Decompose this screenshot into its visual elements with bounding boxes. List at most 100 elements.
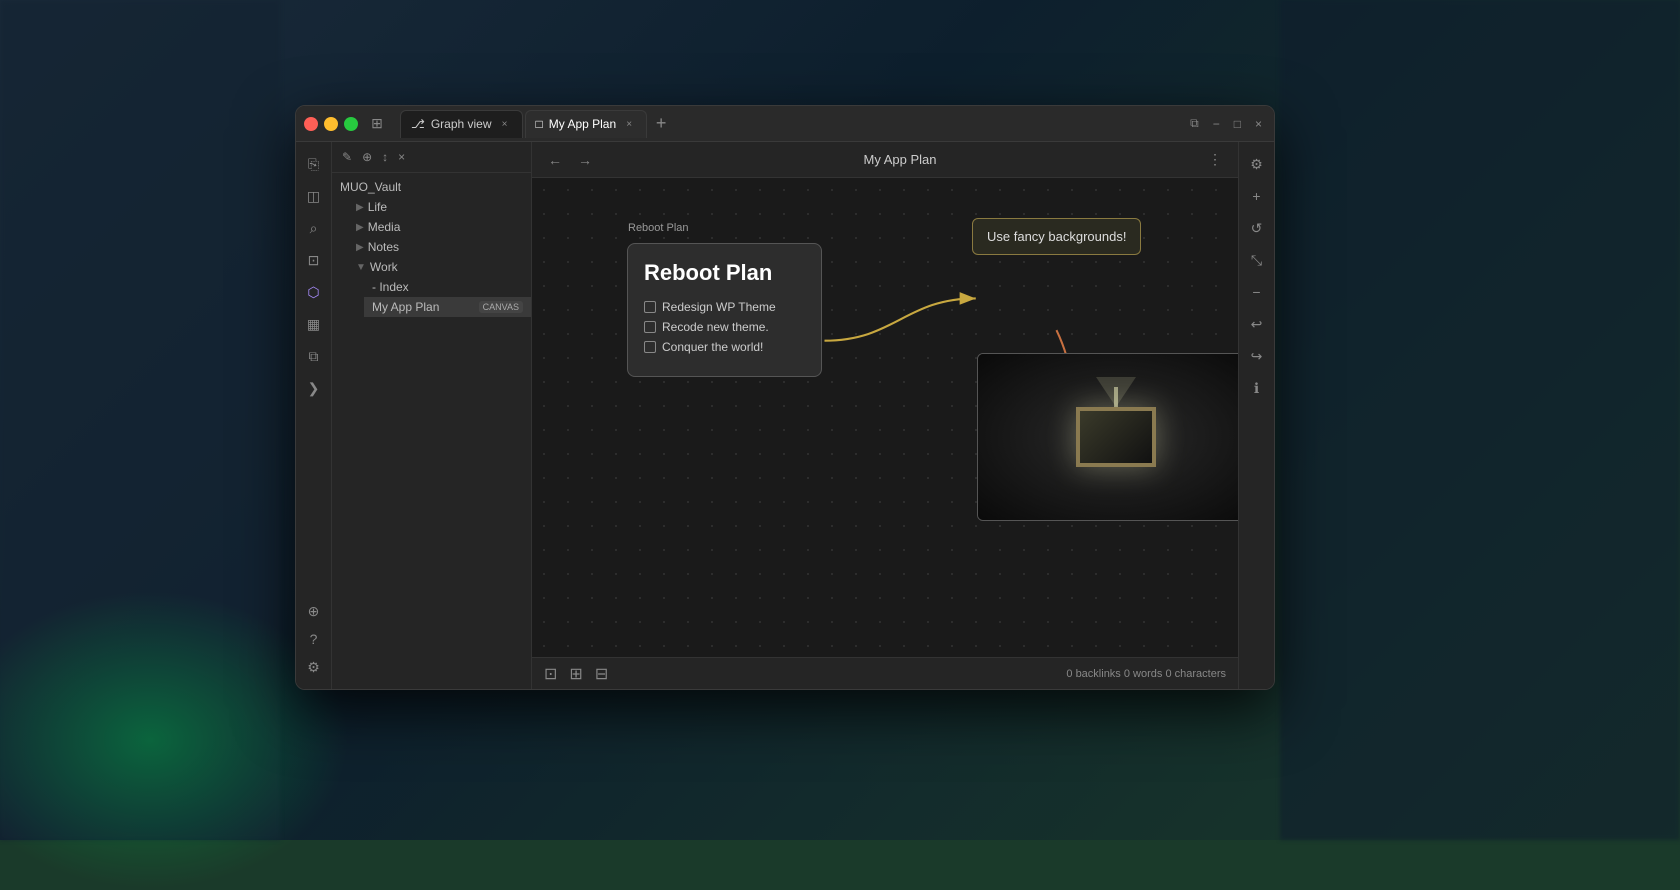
checkbox-0[interactable] [644,301,656,313]
canvas-area[interactable]: ← → My App Plan ⋮ [532,142,1238,689]
window-minimize-btn[interactable]: − [1209,115,1224,133]
info-button[interactable]: ℹ [1243,374,1271,402]
new-note-button[interactable]: ✎ [340,148,354,166]
canvas-node-art-frame[interactable]: art_frame.png [977,353,1238,521]
zoom-in-button[interactable]: + [1243,182,1271,210]
checklist-label-0: Redesign WP Theme [662,300,776,314]
spotlight-cone [1096,377,1136,407]
icon-sidebar-bottom: ⊕ ? ⚙ [300,597,328,681]
checkbox-2[interactable] [644,341,656,353]
add-file-card-button[interactable]: ⊞ [569,664,582,684]
tree-item-myappplan[interactable]: My App Plan CANVAS [364,297,531,317]
sidebar-item-files[interactable]: ◫ [300,182,328,210]
checklist-label-2: Conquer the world! [662,340,763,354]
sidebar-item-new-note[interactable]: ⎘ [300,150,328,178]
tree-item-media[interactable]: ▶ Media [348,217,531,237]
tab-add-button[interactable]: + [649,112,673,136]
right-panel: ⚙ + ↺ ⤡ − ↩ ↪ ℹ [1238,142,1274,689]
work-children: - Index My App Plan CANVAS [348,277,531,317]
tab-graph-view[interactable]: ⎇ Graph view × [400,110,523,138]
tree-item-notes[interactable]: ▶ Notes [348,237,531,257]
undo-button[interactable]: ↩ [1243,310,1271,338]
sidebar-item-terminal[interactable]: ❯ [300,374,328,402]
tree-label-index: - Index [372,280,523,294]
canvas-settings-button[interactable]: ⚙ [1243,150,1271,178]
reboot-plan-node-label: Reboot Plan [628,222,689,234]
characters-count: 0 characters [1165,668,1226,680]
tab-my-app-plan[interactable]: □ My App Plan × [525,110,648,138]
window-close-btn[interactable]: × [1251,115,1266,133]
sidebar-item-graph[interactable]: ⬡ [300,278,328,306]
content-area: ⎘ ◫ ⌕ ⊡ ⬡ ▦ ⧉ ❯ ⊕ ? ⚙ ✎ ⊕ ↕ × M [296,142,1274,689]
arrow-icon: ▶ [356,222,364,233]
canvas-node-fancy-bg[interactable]: Use fancy backgrounds! [972,218,1141,255]
canvas-bottom-bar: ⊡ ⊞ ⊟ 0 backlinks 0 words 0 characters [532,657,1238,689]
canvas-node-reboot-plan[interactable]: Reboot Plan Reboot Plan Redesign WP Them… [627,243,822,377]
tree-label-life: Life [368,200,523,214]
obsidian-window: ⊞ ⎇ Graph view × □ My App Plan × + ⧉ − □… [295,105,1275,690]
graph-view-icon: ⎇ [411,117,425,131]
redo-button[interactable]: ↪ [1243,342,1271,370]
sidebar-item-help[interactable]: ? [300,625,328,653]
tree-item-life[interactable]: ▶ Life [348,197,531,217]
title-bar-right: ⧉ − □ × [1186,114,1266,133]
close-button[interactable] [304,117,318,131]
add-note-card-button[interactable]: ⊡ [544,664,557,684]
tree-item-work[interactable]: ▼ Work [348,257,531,277]
canvas-icon: □ [536,117,543,131]
arrow-icon: ▶ [356,202,364,213]
bg-window-right [1280,0,1680,840]
canvas-badge: CANVAS [479,301,523,313]
new-folder-button[interactable]: ⊕ [360,148,374,166]
layout-button[interactable]: ⧉ [1186,114,1203,133]
fit-screen-button[interactable]: ⤡ [1243,246,1271,274]
checkbox-1[interactable] [644,321,656,333]
file-tree: MUO_Vault ▶ Life ▶ Media ▶ Notes [332,173,531,321]
sidebar-item-settings[interactable]: ⚙ [300,653,328,681]
tree-item-index[interactable]: - Index [364,277,531,297]
tabs-area: ⎇ Graph view × □ My App Plan × + [400,110,1180,138]
checklist-item-2: Conquer the world! [644,340,805,354]
reboot-plan-content: Reboot Plan Redesign WP Theme Recode new… [628,244,821,376]
canvas-more-options[interactable]: ⋮ [1204,149,1226,170]
minimize-button[interactable] [324,117,338,131]
sidebar-item-search[interactable]: ⌕ [300,214,328,242]
add-media-card-button[interactable]: ⊟ [595,664,608,684]
nav-forward-button[interactable]: → [574,150,596,170]
tab-graph-close[interactable]: × [498,117,512,131]
window-maximize-btn[interactable]: □ [1230,115,1245,133]
tree-label-media: Media [368,220,523,234]
file-sidebar-header: ✎ ⊕ ↕ × [332,142,531,173]
tab-canvas-close[interactable]: × [622,117,636,131]
nav-back-button[interactable]: ← [544,150,566,170]
checklist-item-1: Recode new theme. [644,320,805,334]
sidebar-item-bookmark[interactable]: ⊡ [300,246,328,274]
bg-window-left [0,0,280,840]
tab-graph-label: Graph view [431,117,492,131]
fancy-bg-text: Use fancy backgrounds! [987,229,1126,244]
backlinks-count: 0 backlinks [1066,668,1120,680]
canvas-content[interactable]: Reboot Plan Reboot Plan Redesign WP Them… [532,178,1238,689]
sidebar-item-calendar[interactable]: ▦ [300,310,328,338]
close-sidebar-button[interactable]: × [396,148,407,166]
tree-label-work: Work [370,260,523,274]
tab-canvas-label: My App Plan [549,117,616,131]
tree-label-myappplan: My App Plan [372,300,471,314]
window-controls [304,117,358,131]
sidebar-item-vault[interactable]: ⊕ [300,597,328,625]
sort-button[interactable]: ↕ [380,148,390,166]
sidebar-toggle-button[interactable]: ⊞ [368,115,386,133]
art-frame-picture [1076,407,1156,467]
arrow-icon: ▼ [356,262,366,273]
reset-zoom-button[interactable]: ↺ [1243,214,1271,242]
vault-root[interactable]: MUO_Vault [332,177,531,197]
reboot-plan-title: Reboot Plan [644,260,805,286]
sidebar-item-tags[interactable]: ⧉ [300,342,328,370]
art-frame-image [978,354,1238,520]
tree-label-notes: Notes [368,240,523,254]
arrow-icon: ▶ [356,242,364,253]
zoom-out-button[interactable]: − [1243,278,1271,306]
maximize-button[interactable] [344,117,358,131]
checklist-item-0: Redesign WP Theme [644,300,805,314]
canvas-toolbar: ← → My App Plan ⋮ [532,142,1238,178]
